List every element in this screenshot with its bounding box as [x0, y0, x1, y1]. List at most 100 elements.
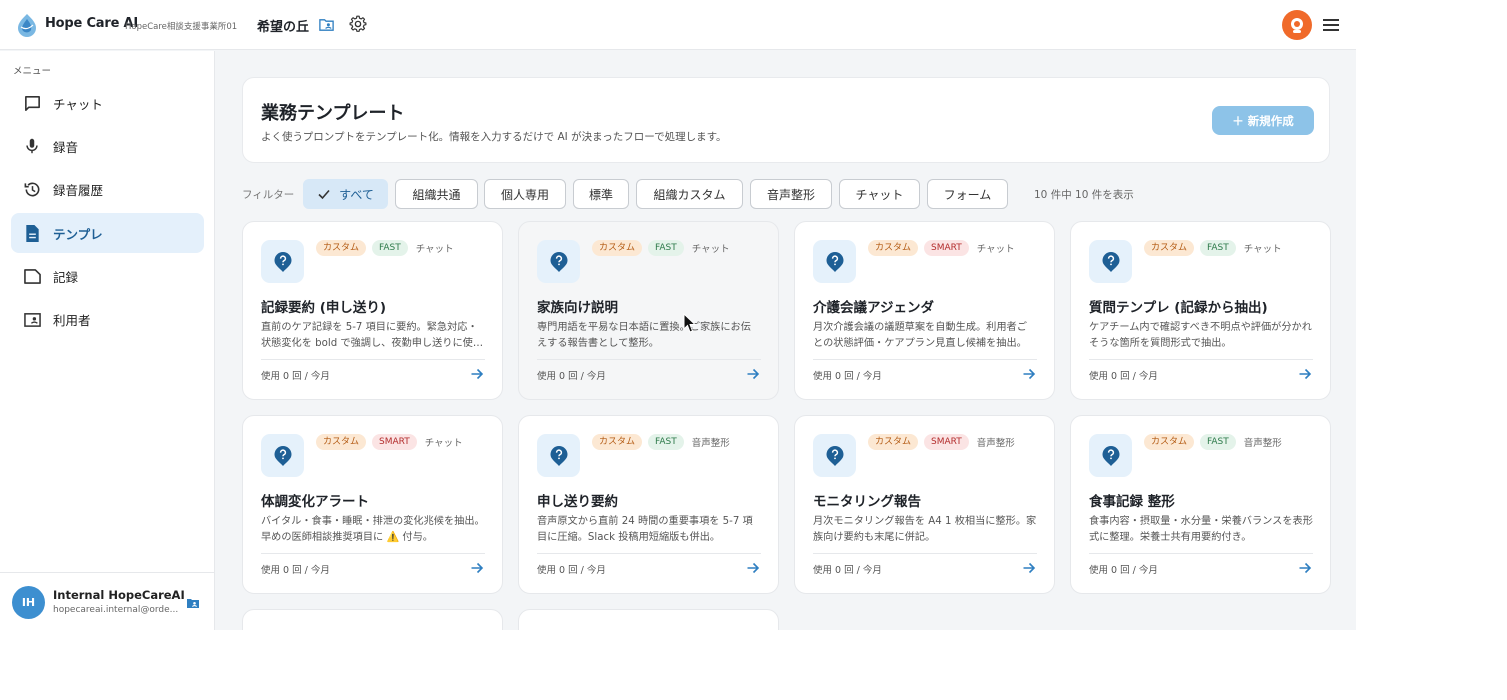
top-header: Hope Care AI HopeCare相談支援事業所01 希望の丘 [0, 0, 1356, 50]
help-bubble-icon [261, 434, 304, 477]
custom-badge: カスタム [592, 434, 643, 450]
sidebar-user-panel[interactable]: IH Internal HopeCareAI hopecareai.intern… [0, 572, 214, 630]
folder-user-icon[interactable] [186, 596, 200, 610]
card-divider [813, 553, 1037, 554]
arrow-right-icon[interactable] [1022, 561, 1036, 575]
record-icon [22, 266, 42, 286]
type-label: チャット [976, 244, 1015, 255]
sidebar-item-label: 録音履歴 [53, 182, 104, 198]
sidebar-item-label: テンプレ [53, 226, 103, 242]
card-divider [537, 553, 761, 554]
filter-form[interactable]: フォーム [927, 179, 1008, 209]
folder-user-icon[interactable] [318, 16, 335, 33]
card-usage: 使用 0 回 / 今月 [1089, 371, 1158, 382]
filter-label-text: 組織カスタム [653, 187, 726, 202]
template-card[interactable]: カスタム FAST 音声整形 申し送り要約 音声原文から直前 24 時間の重要事項を 5… [518, 415, 779, 594]
template-card[interactable]: カスタム FAST チャット 質問テンプレ (記録から抽出) ケアチーム内で確認すべき不… [1070, 221, 1331, 400]
sidebar-item-chat[interactable]: チャット [11, 83, 204, 123]
template-card[interactable]: カスタム SMART チャット 介護会議アジェンダ 月次介護会議の議題草案を自動生成。利… [794, 221, 1055, 400]
card-divider [1089, 553, 1313, 554]
template-card[interactable]: カスタム SMART 音声整形 モニタリング報告 月次モニタリング報告を A4 1 枚相… [794, 415, 1055, 594]
card-description: ケアチーム内で確認すべき不明点や評価が分かれそうな箇所を質問形式で抽出。 [1089, 322, 1312, 349]
card-usage: 使用 0 回 / 今月 [1089, 565, 1158, 576]
speed-badge: SMART [372, 434, 417, 450]
speed-badge: FAST [648, 240, 684, 256]
arrow-right-icon[interactable] [746, 561, 760, 575]
app-logo-icon [18, 14, 36, 37]
card-badges: カスタム SMART チャット [316, 434, 463, 450]
template-card[interactable]: カスタム FAST チャット 記録要約 (申し送り) 直前のケア記録を 5-7 項目に要… [242, 221, 503, 400]
card-usage: 使用 0 回 / 今月 [537, 371, 606, 382]
sidebar-item-label: 記録 [53, 269, 79, 285]
arrow-right-icon[interactable] [470, 367, 484, 381]
filter-personal[interactable]: 個人専用 [484, 179, 566, 209]
custom-badge: カスタム [316, 434, 367, 450]
template-card-partial[interactable] [518, 609, 779, 630]
help-bubble-icon [1089, 240, 1132, 283]
card-title: 介護会議アジェンダ [813, 300, 934, 316]
sidebar-item-templates[interactable]: テンプレ [11, 213, 204, 253]
result-count: 10 件中 10 件を表示 [1034, 189, 1134, 201]
help-bubble-icon [1089, 434, 1132, 477]
sidebar-item-users[interactable]: 利用者 [11, 299, 204, 339]
card-badges: カスタム SMART 音声整形 [868, 434, 1015, 450]
mouse-cursor-icon [683, 313, 697, 333]
user-name: Internal HopeCareAI [53, 588, 185, 602]
filter-label-text: 音声整形 [766, 187, 815, 202]
card-title: 体調変化アラート [261, 494, 369, 510]
card-badges: カスタム FAST 音声整形 [1144, 434, 1282, 450]
card-divider [261, 359, 485, 360]
history-icon [22, 179, 42, 199]
app-window: Hope Care AI HopeCare相談支援事業所01 希望の丘 メニュー [0, 0, 1356, 630]
filter-org-common[interactable]: 組織共通 [395, 179, 478, 209]
arrow-right-icon[interactable] [746, 367, 760, 381]
card-title: モニタリング報告 [813, 494, 921, 510]
template-card[interactable]: カスタム FAST チャット 家族向け説明 専門用語を平易な日本語に置換。ご家族にお伝え… [518, 221, 779, 400]
sidebar-item-recording[interactable]: 録音 [11, 126, 204, 166]
card-badges: カスタム FAST チャット [316, 240, 454, 256]
template-card-partial[interactable] [242, 609, 503, 630]
chat-icon [22, 93, 42, 113]
type-label: チャット [1243, 244, 1282, 255]
filter-chat[interactable]: チャット [839, 179, 920, 209]
filter-label: フィルター [242, 189, 295, 201]
card-divider [537, 359, 761, 360]
card-description: 食事内容・摂取量・水分量・栄養バランスを表形式に整理。栄養士共有用要約付き。 [1089, 516, 1313, 543]
facility-name[interactable]: 希望の丘 [257, 16, 309, 35]
filter-label-text: チャット [855, 187, 904, 202]
card-description: 月次介護会議の議題草案を自動生成。利用者ごとの状態評価・ケアプラン見直し候補を抽… [813, 322, 1027, 349]
gear-icon[interactable] [349, 15, 367, 33]
card-description: 専門用語を平易な日本語に置換。ご家族にお伝えする報告書として整形。 [537, 322, 751, 349]
arrow-right-icon[interactable] [470, 561, 484, 575]
sidebar-item-recording-history[interactable]: 録音履歴 [11, 169, 204, 209]
hamburger-menu-icon[interactable] [1321, 14, 1341, 36]
speed-badge: FAST [372, 240, 408, 256]
speed-badge: SMART [924, 240, 969, 256]
filter-all[interactable]: すべて [303, 179, 388, 209]
filter-standard[interactable]: 標準 [573, 179, 629, 209]
sidebar-item-records[interactable]: 記録 [11, 256, 204, 296]
template-card[interactable]: カスタム FAST 音声整形食事記録 整形食事内容・摂取量・水分量・栄養バランスを表… [1070, 415, 1331, 594]
filter-voice-format[interactable]: 音声整形 [750, 179, 832, 209]
card-usage: 使用 0 回 / 今月 [261, 371, 330, 382]
type-label: チャット [424, 438, 463, 449]
page-header-card: 業務テンプレート よく使うプロンプトをテンプレート化。情報を入力するだけで AI… [242, 77, 1330, 163]
custom-badge: カスタム [592, 240, 643, 256]
arrow-right-icon[interactable] [1022, 367, 1036, 381]
arrow-right-icon[interactable] [1298, 367, 1312, 381]
card-title: 申し送り要約 [537, 494, 618, 510]
type-label: 音声整形 [1243, 438, 1282, 449]
card-title: 食事記録 整形 [1089, 494, 1175, 510]
card-divider [1089, 359, 1313, 360]
users-folder-icon [22, 309, 42, 329]
template-card[interactable]: カスタム SMART チャット 体調変化アラート バイタル・食事・睡眠・排泄の変化兆候を… [242, 415, 503, 594]
new-template-button[interactable]: ＋ 新規作成 [1212, 106, 1314, 135]
arrow-right-icon[interactable] [1298, 561, 1312, 575]
sidebar: メニュー チャット 録音 録音履歴 テンプレ 記録 利用者 IH Interna… [0, 51, 215, 630]
filter-org-custom[interactable]: 組織カスタム [636, 179, 743, 209]
custom-badge: カスタム [316, 240, 367, 256]
user-email: hopecareai.internal@orde... [53, 605, 179, 615]
office-name: HopeCare相談支援事業所01 [125, 22, 238, 32]
type-label: 音声整形 [976, 438, 1015, 449]
user-avatar-top[interactable] [1282, 10, 1312, 40]
